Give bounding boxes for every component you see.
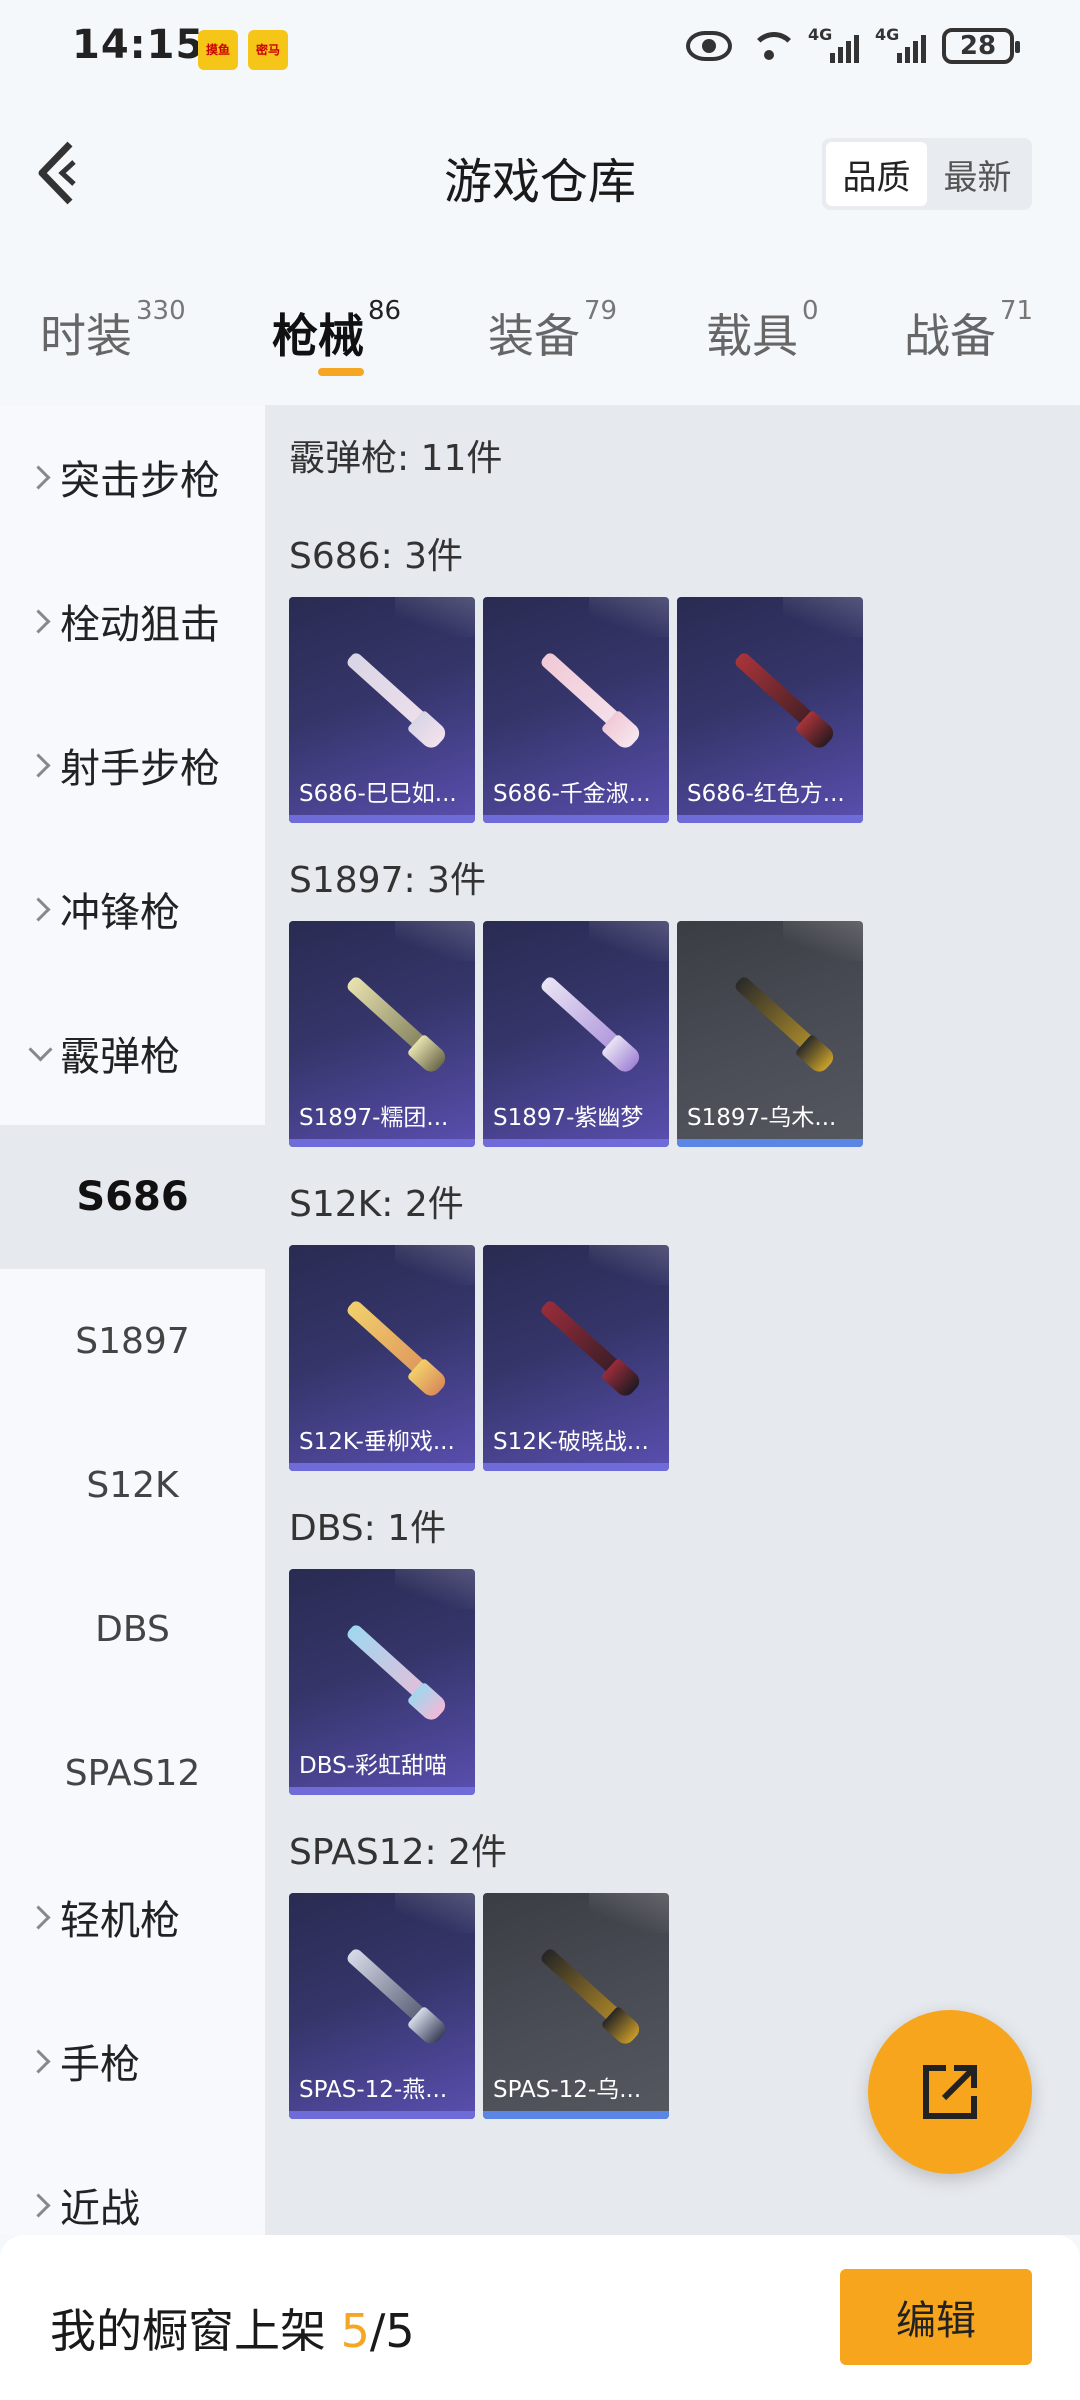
sidebar-subitem-s12k[interactable]: S12K — [0, 1413, 265, 1557]
status-icons: 4G 4G 28 — [686, 25, 1020, 64]
active-tab-indicator — [318, 368, 364, 376]
weapon-card[interactable]: S12K-破晓战... — [483, 1245, 669, 1471]
header: 游戏仓库 品质 最新 — [0, 90, 1080, 260]
sidebar-item-marksman-rifle[interactable]: 射手步枪 — [0, 693, 265, 837]
category-total: 霰弹枪: 11件 — [289, 438, 503, 479]
sidebar-item-bolt-sniper[interactable]: 栓动狙击 — [0, 549, 265, 693]
shotgun-image — [345, 1946, 445, 2040]
shotgun-image — [539, 650, 639, 744]
tab-supplies[interactable]: 战备 71 — [904, 296, 1033, 366]
tab-vehicles[interactable]: 载具 0 — [706, 296, 819, 366]
shelf-current-count: 5 — [340, 2304, 370, 2358]
section-title: DBS: 1件 — [289, 1508, 447, 1549]
shotgun-image — [733, 974, 833, 1068]
weapon-card[interactable]: S1897-糯团... — [289, 921, 475, 1147]
sidebar-item-smg[interactable]: 冲锋枪 — [0, 837, 265, 981]
sidebar-subitem-dbs[interactable]: DBS — [0, 1557, 265, 1701]
shotgun-image — [733, 650, 833, 744]
weapon-type-sidebar: 突击步枪 栓动狙击 射手步枪 冲锋枪 霰弹枪 S686 S1897 S12K D… — [0, 405, 265, 2235]
shotgun-image — [345, 1622, 445, 1716]
tab-weapons[interactable]: 枪械 86 — [272, 296, 401, 366]
weapon-card[interactable]: S686-巳巳如... — [289, 597, 475, 823]
shelf-status: 我的橱窗上架 5/5 — [50, 2304, 415, 2358]
edit-button[interactable]: 编辑 — [840, 2269, 1032, 2365]
sidebar-subitem-s1897[interactable]: S1897 — [0, 1269, 265, 1413]
chevron-right-icon — [26, 895, 54, 923]
shotgun-image — [539, 1298, 639, 1392]
sort-quality-button[interactable]: 品质 — [826, 142, 927, 206]
weapon-card[interactable]: SPAS-12-燕... — [289, 1893, 475, 2119]
shotgun-image — [345, 650, 445, 744]
share-fab[interactable] — [868, 2010, 1032, 2174]
section-title: S1897: 3件 — [289, 860, 486, 901]
chevron-right-icon — [26, 463, 54, 491]
tab-equipment[interactable]: 装备 79 — [488, 296, 617, 366]
weapon-card[interactable]: S12K-垂柳戏... — [289, 1245, 475, 1471]
status-bar: 14:15 摸鱼 密马 4G 4G 28 — [0, 0, 1080, 90]
category-tabs: 时装 330 枪械 86 装备 79 载具 0 战备 71 — [0, 290, 1080, 400]
chevron-right-icon — [26, 2047, 54, 2075]
chevron-right-icon — [26, 607, 54, 635]
sidebar-item-shotgun[interactable]: 霰弹枪 — [0, 981, 265, 1125]
sidebar-subitem-spas12[interactable]: SPAS12 — [0, 1701, 265, 1845]
sort-latest-button[interactable]: 最新 — [927, 142, 1028, 206]
sidebar-item-pistol[interactable]: 手枪 — [0, 1989, 265, 2133]
weapon-card[interactable]: S686-红色方... — [677, 597, 863, 823]
shotgun-image — [345, 1298, 445, 1392]
battery-icon: 28 — [942, 28, 1020, 64]
weapon-card[interactable]: S1897-乌木... — [677, 921, 863, 1147]
weapon-card[interactable]: S686-千金淑... — [483, 597, 669, 823]
sort-toggle: 品质 最新 — [822, 138, 1032, 210]
sidebar-item-assault-rifle[interactable]: 突击步枪 — [0, 405, 265, 549]
sidebar-subitem-s686[interactable]: S686 — [0, 1125, 265, 1269]
section-title: S686: 3件 — [289, 536, 464, 577]
chevron-right-icon — [26, 751, 54, 779]
chevron-right-icon — [26, 2191, 54, 2219]
weapon-card[interactable]: SPAS-12-乌... — [483, 1893, 669, 2119]
shotgun-image — [539, 1946, 639, 2040]
sidebar-item-lmg[interactable]: 轻机枪 — [0, 1845, 265, 1989]
section-title: SPAS12: 2件 — [289, 1832, 508, 1873]
weapon-card[interactable]: DBS-彩虹甜喵 — [289, 1569, 475, 1795]
eye-icon — [686, 31, 732, 61]
weapon-grid: 霰弹枪: 11件 S686: 3件 S686-巳巳如... S686-千金淑..… — [265, 405, 1080, 2235]
chevron-down-icon — [26, 1039, 54, 1067]
share-icon — [923, 2065, 977, 2119]
section-title: S12K: 2件 — [289, 1184, 464, 1225]
signal-icon: 4G — [808, 25, 859, 63]
wifi-icon — [748, 28, 798, 64]
shotgun-image — [539, 974, 639, 1068]
chevron-right-icon — [26, 1903, 54, 1931]
notification-app-icon: 密马 — [248, 30, 288, 70]
bottom-bar: 我的橱窗上架 5/5 编辑 — [0, 2235, 1080, 2400]
signal-icon: 4G — [875, 25, 926, 63]
status-time: 14:15 — [72, 22, 205, 68]
weapon-card[interactable]: S1897-紫幽梦 — [483, 921, 669, 1147]
notification-app-icon: 摸鱼 — [198, 30, 238, 70]
tab-fashion[interactable]: 时装 330 — [40, 296, 186, 366]
shotgun-image — [345, 974, 445, 1068]
